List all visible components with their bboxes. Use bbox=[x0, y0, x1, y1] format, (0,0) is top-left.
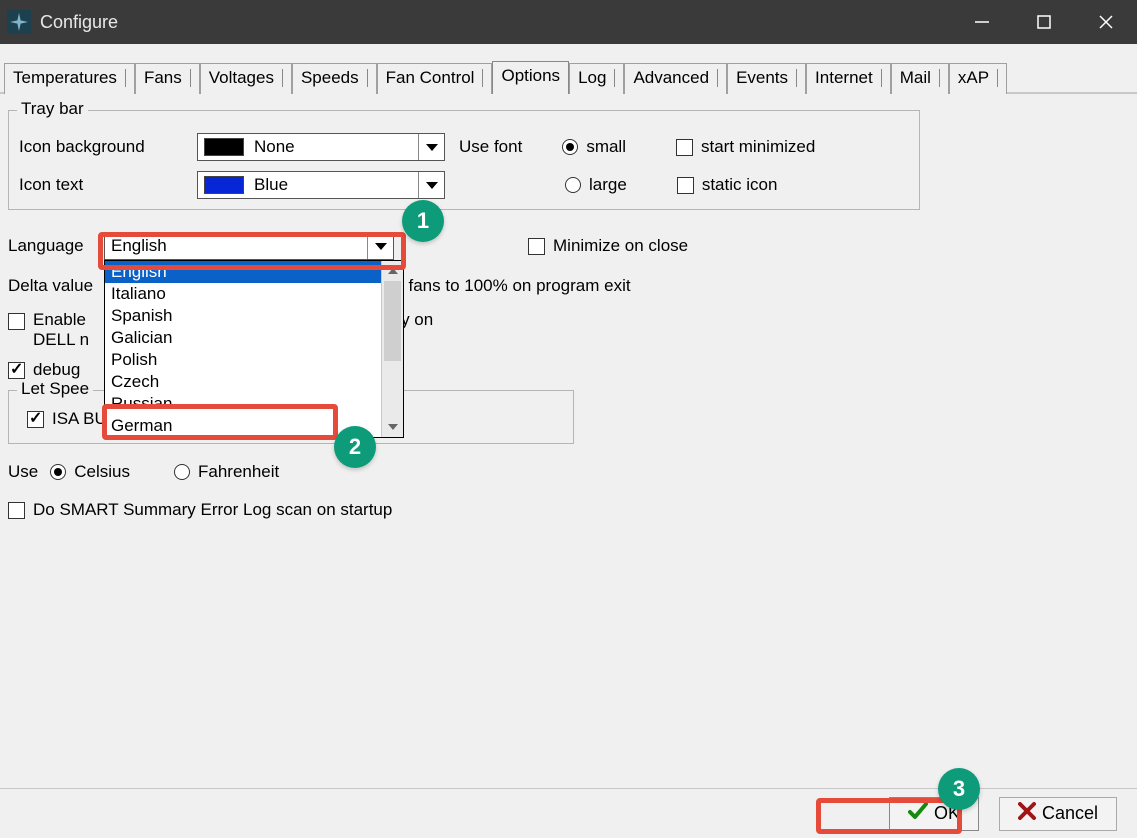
tab-options[interactable]: Options bbox=[492, 61, 569, 94]
callout-bubble-3: 3 bbox=[938, 768, 980, 810]
enable-dell-checkbox[interactable]: Enable DELL n bbox=[8, 310, 89, 350]
chevron-down-icon[interactable] bbox=[418, 134, 444, 160]
tab-speeds[interactable]: Speeds bbox=[292, 63, 377, 94]
window-controls bbox=[951, 0, 1137, 44]
font-large-radio[interactable]: large bbox=[565, 175, 627, 195]
check-icon bbox=[908, 802, 928, 825]
minimize-on-close-checkbox[interactable]: Minimize on close bbox=[528, 236, 688, 256]
app-icon bbox=[6, 9, 32, 35]
callout-bubble-2: 2 bbox=[334, 426, 376, 468]
tab-fans[interactable]: Fans bbox=[135, 63, 200, 94]
tab-mail[interactable]: Mail bbox=[891, 63, 949, 94]
tab-events[interactable]: Events bbox=[727, 63, 806, 94]
cancel-button[interactable]: Cancel bbox=[999, 797, 1117, 831]
chevron-down-icon[interactable] bbox=[418, 172, 444, 198]
smart-scan-checkbox[interactable]: Do SMART Summary Error Log scan on start… bbox=[8, 500, 392, 520]
scrollbar-track[interactable] bbox=[382, 361, 403, 417]
icon-bg-combo[interactable]: None bbox=[197, 133, 445, 161]
tab-xap[interactable]: xAP bbox=[949, 63, 1007, 94]
checkbox-icon bbox=[676, 139, 693, 156]
icon-text-label: Icon text bbox=[19, 175, 197, 195]
close-button[interactable] bbox=[1075, 0, 1137, 44]
icon-bg-label: Icon background bbox=[19, 137, 197, 157]
delta-label-left: Delta value bbox=[8, 276, 93, 296]
start-minimized-checkbox[interactable]: start minimized bbox=[676, 137, 815, 157]
checkbox-icon bbox=[8, 502, 25, 519]
scroll-up-icon[interactable] bbox=[382, 261, 403, 281]
traybar-legend: Tray bar bbox=[17, 99, 88, 119]
icon-bg-swatch bbox=[204, 138, 244, 156]
checkbox-icon bbox=[8, 362, 25, 379]
language-option-polish[interactable]: Polish bbox=[105, 349, 381, 371]
tab-log[interactable]: Log bbox=[569, 63, 624, 94]
tab-temperatures[interactable]: Temperatures bbox=[4, 63, 135, 94]
language-value: English bbox=[105, 236, 367, 256]
tab-advanced[interactable]: Advanced bbox=[624, 63, 727, 94]
units-label: Use bbox=[8, 462, 38, 482]
radio-dot-icon bbox=[50, 464, 66, 480]
scrollbar-thumb[interactable] bbox=[384, 281, 401, 361]
radio-dot-icon bbox=[565, 177, 581, 193]
language-option-russian[interactable]: Russian bbox=[105, 393, 381, 415]
icon-text-value: Blue bbox=[250, 175, 418, 195]
use-font-label: Use font bbox=[459, 137, 522, 157]
checkbox-icon bbox=[27, 411, 44, 428]
language-option-italiano[interactable]: Italiano bbox=[105, 283, 381, 305]
radio-dot-icon bbox=[562, 139, 578, 155]
callout-bubble-1: 1 bbox=[402, 200, 444, 242]
dropdown-scrollbar[interactable] bbox=[381, 261, 403, 437]
language-label: Language bbox=[8, 236, 104, 256]
tab-fan-control[interactable]: Fan Control bbox=[377, 63, 493, 94]
language-dropdown-list[interactable]: English Italiano Spanish Galician Polish… bbox=[104, 260, 404, 438]
radio-dot-icon bbox=[174, 464, 190, 480]
icon-bg-value: None bbox=[250, 137, 418, 157]
tab-strip: Temperatures Fans Voltages Speeds Fan Co… bbox=[0, 44, 1137, 94]
window-title: Configure bbox=[40, 12, 951, 33]
enable-dell-line2: DELL n bbox=[33, 330, 89, 349]
font-small-radio[interactable]: small bbox=[562, 137, 626, 157]
checkbox-icon bbox=[528, 238, 545, 255]
minimize-button[interactable] bbox=[951, 0, 1013, 44]
options-panel: Tray bar Icon background None Use font s… bbox=[0, 94, 1137, 536]
x-icon bbox=[1018, 802, 1036, 825]
chevron-down-icon[interactable] bbox=[367, 233, 393, 259]
language-option-czech[interactable]: Czech bbox=[105, 371, 381, 393]
speedfan-legend: Let Spee bbox=[17, 379, 93, 399]
maximize-button[interactable] bbox=[1013, 0, 1075, 44]
enable-dell-line1: Enable bbox=[33, 310, 86, 329]
checkbox-icon bbox=[677, 177, 694, 194]
fahrenheit-radio[interactable]: Fahrenheit bbox=[174, 462, 279, 482]
delta-label-right: t fans to 100% on program exit bbox=[399, 276, 631, 296]
enable-dell-trail: y on bbox=[401, 310, 433, 330]
tab-voltages[interactable]: Voltages bbox=[200, 63, 292, 94]
language-option-spanish[interactable]: Spanish bbox=[105, 305, 381, 327]
language-option-english[interactable]: English bbox=[105, 261, 381, 283]
language-option-galician[interactable]: Galician bbox=[105, 327, 381, 349]
icon-text-combo[interactable]: Blue bbox=[197, 171, 445, 199]
traybar-group: Tray bar Icon background None Use font s… bbox=[8, 110, 920, 210]
checkbox-icon bbox=[8, 313, 25, 330]
debug-checkbox[interactable]: debug bbox=[8, 360, 80, 380]
language-options: English Italiano Spanish Galician Polish… bbox=[105, 261, 381, 437]
celsius-radio[interactable]: Celsius bbox=[50, 462, 130, 482]
titlebar: Configure bbox=[0, 0, 1137, 44]
tab-internet[interactable]: Internet bbox=[806, 63, 891, 94]
static-icon-checkbox[interactable]: static icon bbox=[677, 175, 778, 195]
language-combo[interactable]: English bbox=[104, 232, 394, 260]
icon-text-swatch bbox=[204, 176, 244, 194]
scroll-down-icon[interactable] bbox=[382, 417, 403, 437]
